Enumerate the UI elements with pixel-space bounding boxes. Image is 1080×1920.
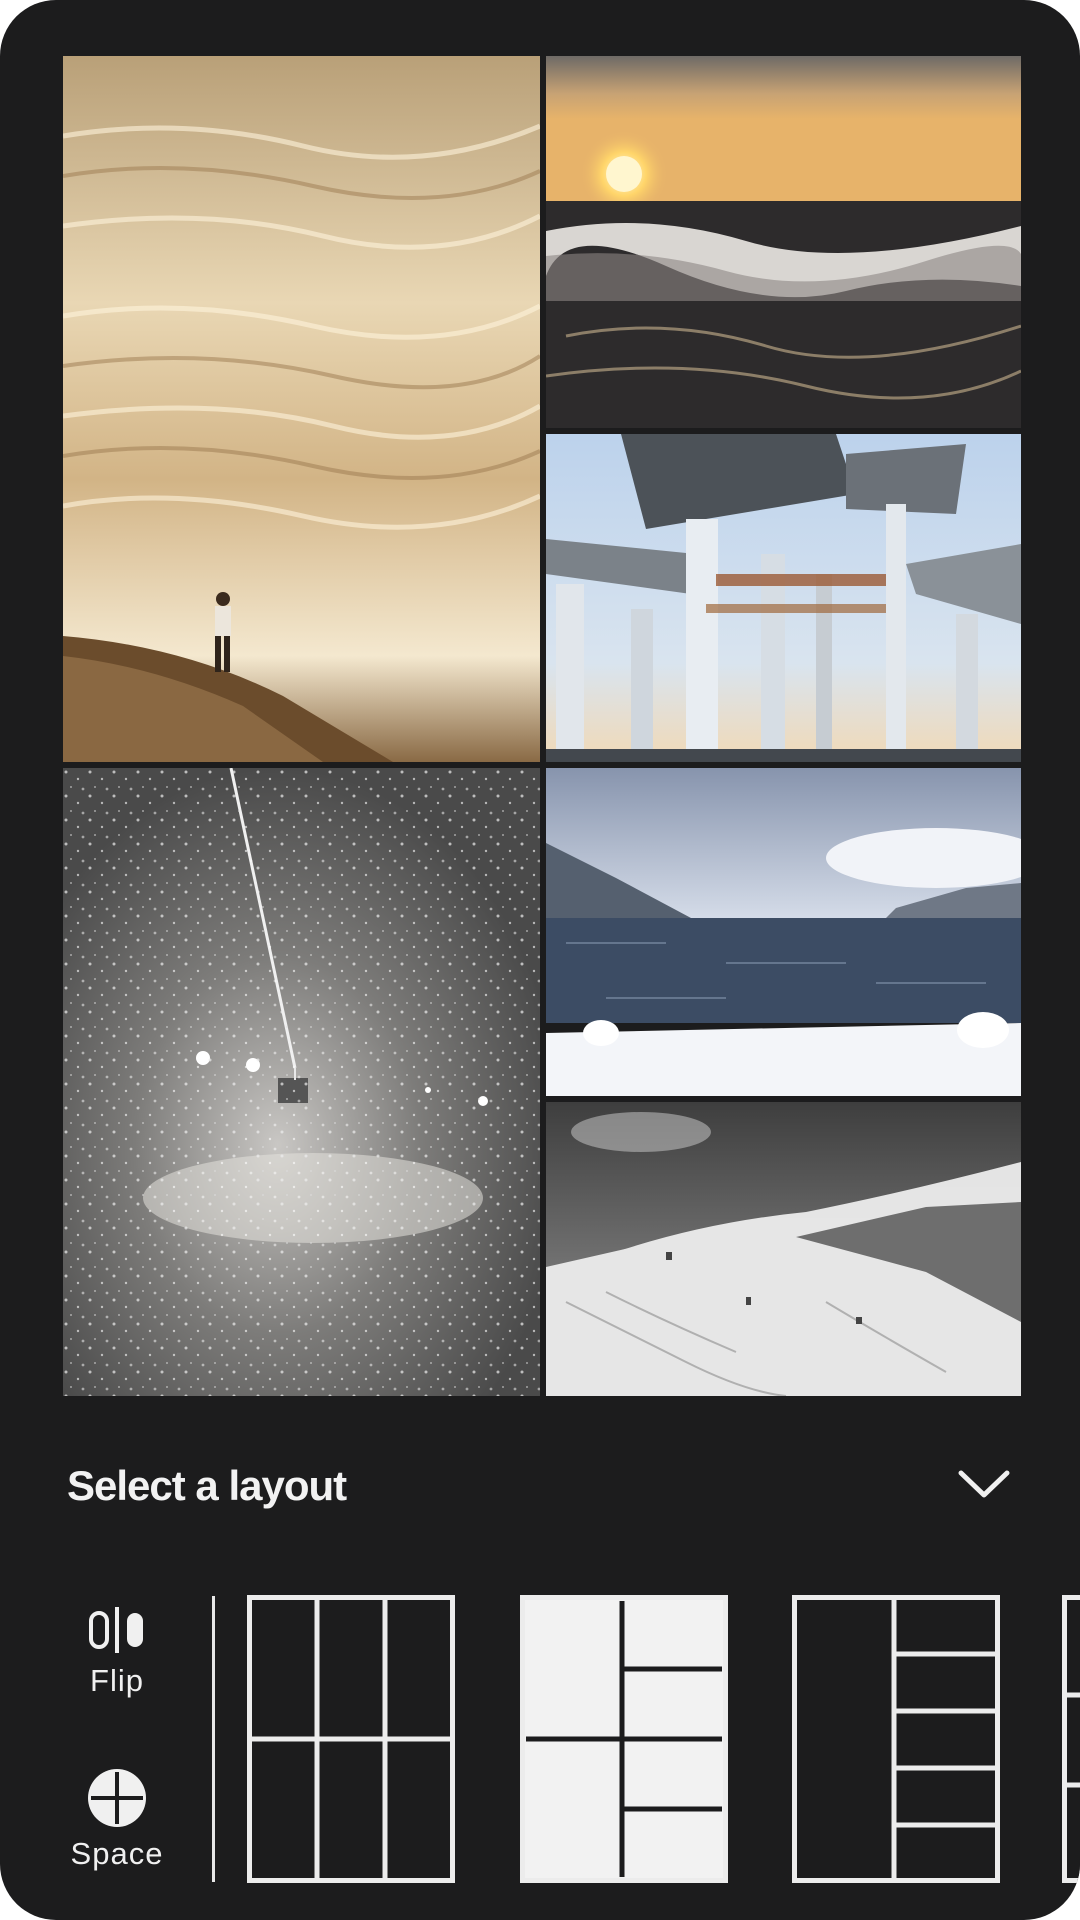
- photo-snowy-mountain-image: [546, 1102, 1021, 1396]
- collage-editor-screen: Select a layout Flip Space: [0, 0, 1080, 1920]
- space-icon: [88, 1769, 146, 1827]
- collage-preview: [63, 56, 1021, 1396]
- layout-option-grid-3x2[interactable]: [247, 1595, 455, 1883]
- layout-option-split-selected[interactable]: [520, 1595, 728, 1883]
- photo-ski-lift-snow-image: [63, 768, 540, 1396]
- flip-button[interactable]: Flip: [62, 1605, 172, 1699]
- photo-shore-person[interactable]: [63, 56, 540, 762]
- photo-ski-lift-snow[interactable]: [63, 768, 540, 1396]
- photo-concrete-towers-image: [546, 434, 1021, 762]
- flip-icon: [89, 1607, 143, 1653]
- photo-sunset-waves-image: [546, 56, 1021, 428]
- layout-option-big-left-stack[interactable]: [792, 1595, 1000, 1883]
- photo-winter-lake-image: [546, 768, 1021, 1096]
- photo-shore-person-image: [63, 56, 540, 762]
- flip-label: Flip: [90, 1663, 144, 1698]
- photo-concrete-towers[interactable]: [546, 434, 1021, 762]
- sheet-title: Select a layout: [67, 1462, 347, 1509]
- layout-option-partial[interactable]: [1062, 1595, 1080, 1883]
- photo-snowy-mountain[interactable]: [546, 1102, 1021, 1396]
- space-button[interactable]: Space: [62, 1768, 172, 1872]
- space-label: Space: [70, 1836, 164, 1871]
- photo-sunset-waves[interactable]: [546, 56, 1021, 428]
- tools-divider: [212, 1596, 215, 1882]
- chevron-down-icon[interactable]: [957, 1465, 1011, 1503]
- photo-winter-lake[interactable]: [546, 768, 1021, 1096]
